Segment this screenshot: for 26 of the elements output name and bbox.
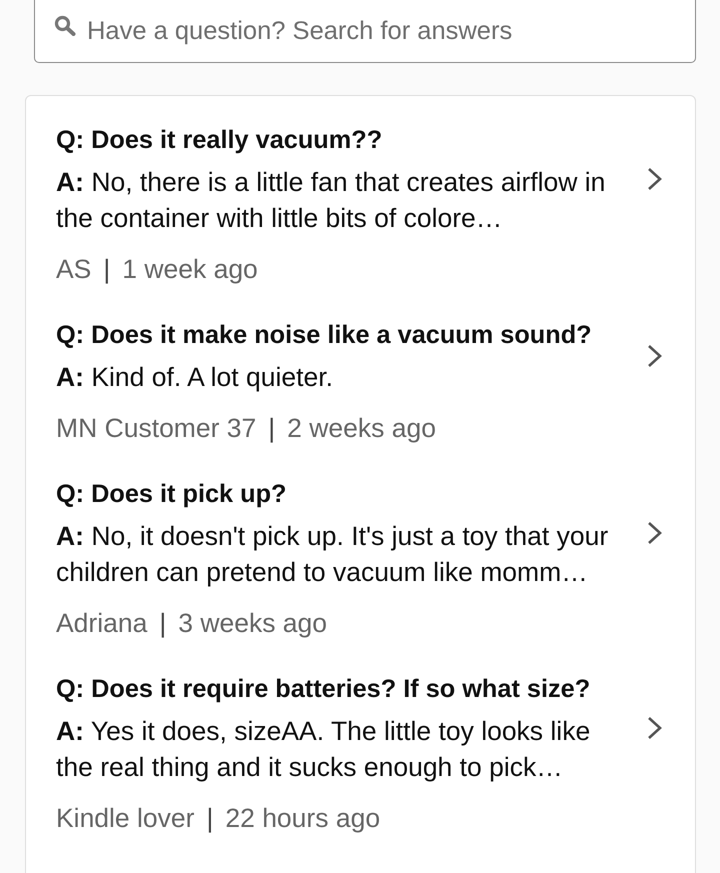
time-ago: 3 weeks ago — [178, 607, 328, 640]
search-field[interactable]: Have a question? Search for answers — [34, 0, 696, 63]
answer-text: A: No, it doesn't pick up. It's just a toy that your children can pretend to vacuum like momm… — [56, 520, 610, 589]
author-name: MN Customer 37 — [56, 412, 256, 445]
question-text[interactable]: Q: Does it make noise like a vacuum sound? — [56, 317, 625, 353]
author-name: AS — [56, 253, 92, 286]
chevron-right-icon[interactable] — [647, 521, 663, 545]
chevron-right-icon[interactable] — [647, 167, 663, 191]
author-name: Kindle lover — [56, 802, 194, 835]
separator: | — [103, 253, 110, 286]
question-text[interactable]: Q: Does it pick up? — [56, 476, 625, 512]
time-ago: 22 hours ago — [225, 802, 380, 835]
separator: | — [206, 802, 214, 835]
author-name: Adriana — [56, 607, 148, 640]
answer-text: A: Yes it does, sizeAA. The little toy looks like the real thing and it sucks enough to pick… — [56, 715, 592, 784]
chevron-right-icon[interactable] — [647, 716, 663, 740]
chevron-right-icon[interactable] — [647, 344, 663, 368]
question-text[interactable]: Q: Does it require batteries? If so what size? — [56, 671, 625, 707]
question-text[interactable]: Q: Does it really vacuum?? — [56, 122, 625, 158]
time-ago: 2 weeks ago — [287, 412, 436, 445]
separator: | — [268, 412, 276, 445]
separator: | — [159, 607, 166, 640]
time-ago: 1 week ago — [122, 253, 258, 286]
search-icon — [54, 15, 76, 36]
answer-text: A: No, there is a little fan that creates airflow in the container with little bits of colore… — [56, 166, 606, 235]
answer-text: A: Kind of. A lot quieter. — [56, 361, 334, 394]
